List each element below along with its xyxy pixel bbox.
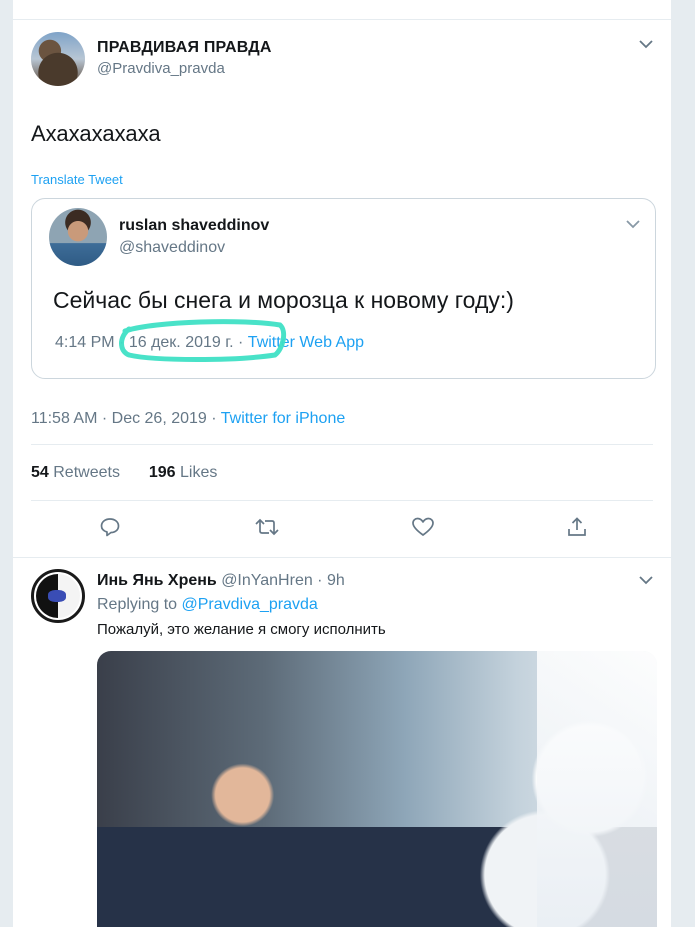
translate-tweet-link[interactable]: Translate Tweet [31,172,671,187]
retweets-stat[interactable]: 54 Retweets [31,464,120,481]
chevron-down-icon [626,219,640,229]
avatar[interactable] [31,569,85,623]
quoted-time: 4:14 PM [55,334,115,351]
likes-label: Likes [180,464,218,481]
author-row: ПРАВДИВАЯ ПРАВДА @Pravdiva_pravda [13,20,671,94]
replying-to-label: Replying to [97,596,178,613]
quoted-tweet-text: Сейчас бы снега и морозца к новому году:… [53,287,514,313]
reply-age[interactable]: 9h [327,572,345,589]
chevron-down-icon[interactable] [639,575,653,585]
avatar[interactable] [49,208,107,266]
likes-stat[interactable]: 196 Likes [149,464,218,481]
reply-header: Инь Янь Хрень @InYanHren · 9h [97,572,345,589]
previous-tweet-edge [13,0,671,20]
retweets-label: Retweets [53,464,120,481]
tweet-timestamp: 11:58 AM · Dec 26, 2019 · Twitter for iP… [31,410,346,427]
replying-to: Replying to @Pravdiva_pravda [97,596,318,614]
likes-count: 196 [148,464,176,481]
avatar[interactable] [31,32,85,86]
client-link[interactable]: Twitter for iPhone [221,410,346,427]
reply-tweet[interactable]: Инь Янь Хрень @InYanHren · 9h Replying t… [13,558,671,927]
attached-photo[interactable] [97,651,657,927]
reply-author-handle[interactable]: @InYanHren [221,572,313,589]
timestamp-text[interactable]: 11:58 AM · Dec 26, 2019 [31,410,207,427]
timeline-column: ПРАВДИВАЯ ПРАВДА @Pravdiva_pravda Ахахах… [12,0,672,927]
replying-to-mention[interactable]: @Pravdiva_pravda [182,596,318,613]
reply-icon[interactable] [99,516,121,543]
action-bar [13,501,671,557]
engagement-stats: 54 Retweets 196 Likes [13,445,671,500]
reply-author-name[interactable]: Инь Янь Хрень [97,572,217,589]
quoted-author-name[interactable]: ruslan shaveddinov [119,217,269,235]
quoted-author-handle[interactable]: @shaveddinov [119,239,269,257]
reply-text: Пожалуй, это желание я смогу исполнить [97,621,386,638]
tweet-text: Ахахахахаха [31,121,161,146]
author-name[interactable]: ПРАВДИВАЯ ПРАВДА [97,39,272,57]
chevron-down-icon[interactable] [639,39,653,49]
share-icon[interactable] [566,516,588,543]
retweet-icon[interactable] [254,516,280,543]
like-icon[interactable] [411,516,435,543]
main-tweet: ПРАВДИВАЯ ПРАВДА @Pravdiva_pravda Ахахах… [13,20,671,557]
author-handle[interactable]: @Pravdiva_pravda [97,60,272,77]
quoted-tweet[interactable]: ruslan shaveddinov @shaveddinov Сейчас б… [31,198,656,379]
marker-highlight [119,319,287,362]
retweets-count: 54 [31,464,49,481]
